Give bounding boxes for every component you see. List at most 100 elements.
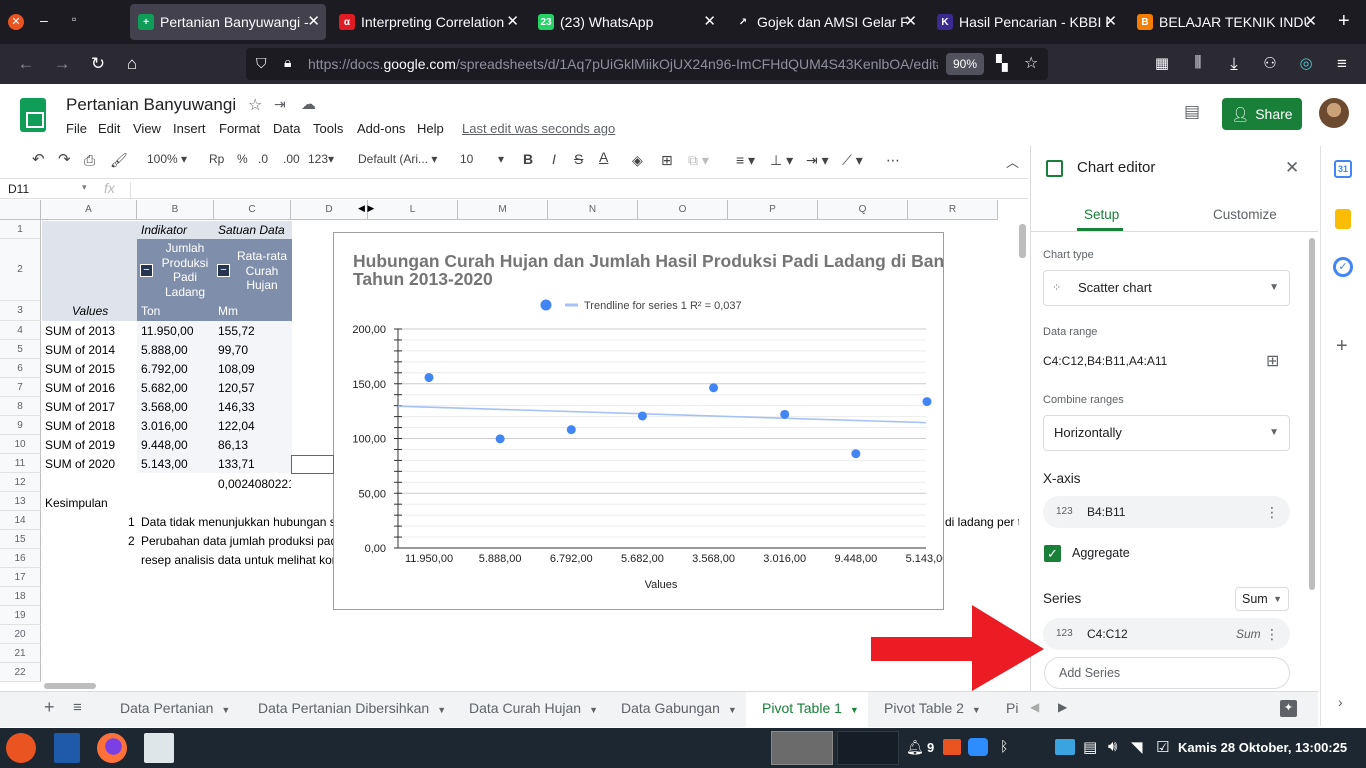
download-icon[interactable]: ⤓ xyxy=(1224,54,1244,74)
row-header-1[interactable]: 1 xyxy=(0,220,41,239)
menu-tools[interactable]: Tools xyxy=(313,121,343,136)
pivot-rainfall-value[interactable]: 120,57 xyxy=(218,381,255,395)
scroll-tabs-right-icon[interactable]: ▶ xyxy=(1058,700,1067,714)
add-addon-icon[interactable]: + xyxy=(1336,335,1348,358)
row-header-22[interactable]: 22 xyxy=(0,663,41,682)
row-header-21[interactable]: 21 xyxy=(0,644,41,663)
pivot-rainfall-value[interactable]: 99,70 xyxy=(218,343,248,357)
note-text[interactable]: Data tidak menunjukkan hubungan s xyxy=(141,515,336,529)
data-range-value[interactable]: C4:C12,B4:B11,A4:A11 xyxy=(1043,354,1167,368)
wifi-icon[interactable]: ◥ xyxy=(1131,738,1143,756)
collapse-chevron-icon[interactable]: ︿ xyxy=(1006,152,1019,171)
zoom-badge[interactable]: 90% xyxy=(946,53,984,75)
row-header-6[interactable]: 6 xyxy=(0,359,41,378)
tab-close-icon[interactable]: ✕ xyxy=(506,12,519,30)
pivot-production-value[interactable]: 5.143,00 xyxy=(141,457,188,471)
column-header-Q[interactable]: Q xyxy=(818,200,908,220)
home-icon[interactable]: ⌂ xyxy=(122,54,142,74)
selected-cell-D11[interactable] xyxy=(291,455,334,474)
menu-addons[interactable]: Add-ons xyxy=(357,121,405,136)
undo-icon[interactable]: ↶ xyxy=(32,150,45,168)
font-size-select[interactable]: 10 ▾ xyxy=(460,152,506,166)
scroll-tabs-left-icon[interactable]: ◀ xyxy=(1030,700,1039,714)
menu-file[interactable]: File xyxy=(66,121,87,136)
minimize-window-icon[interactable]: – xyxy=(40,12,48,28)
pivot-rainfall-value[interactable]: 108,09 xyxy=(218,362,255,376)
calendar-icon[interactable]: 31 xyxy=(1334,160,1352,178)
back-icon[interactable]: ← xyxy=(16,54,36,74)
more-formats-select[interactable]: 123▾ xyxy=(308,152,334,166)
chevron-down-icon[interactable]: ▼ xyxy=(221,705,230,715)
paint-format-icon[interactable]: 🖌︎ xyxy=(110,152,128,169)
firefox-app-icon[interactable] xyxy=(97,733,127,763)
column-header-D[interactable]: D xyxy=(291,200,368,220)
pivot-production-value[interactable]: 3.568,00 xyxy=(141,400,188,414)
row-header-5[interactable]: 5 xyxy=(0,340,41,359)
collapse-minus-icon[interactable]: − xyxy=(217,264,230,277)
pivot-rainfall-value[interactable]: 122,04 xyxy=(218,419,255,433)
display-tray-icon[interactable] xyxy=(1055,739,1075,755)
pivot-row-label[interactable]: SUM of 2016 xyxy=(45,381,115,395)
note-text[interactable]: Perubahan data jumlah produksi pad xyxy=(141,534,337,548)
tab-close-icon[interactable]: ✕ xyxy=(904,12,917,30)
pivot-row-label[interactable]: SUM of 2020 xyxy=(45,457,115,471)
menu-help[interactable]: Help xyxy=(417,121,444,136)
document-title[interactable]: Pertanian Banyuwangi xyxy=(66,95,236,115)
sheet-tab[interactable]: Pivot Table 2 ▼ xyxy=(868,700,990,716)
sheet-tab[interactable]: Data Pertanian Dibersihkan ▼ xyxy=(242,700,446,716)
borders-icon[interactable]: ⊞ xyxy=(661,152,673,169)
menu-icon[interactable]: ≡ xyxy=(1332,54,1352,74)
more-vert-icon[interactable]: ⋮ xyxy=(1265,618,1279,650)
browser-tab[interactable]: + Pertanian Banyuwangi - ✕ xyxy=(130,4,326,40)
bold-button[interactable]: B xyxy=(523,151,533,167)
ubuntu-menu-icon[interactable] xyxy=(6,733,36,763)
x-axis-range-pill[interactable]: 123 B4:B11 ⋮ xyxy=(1043,496,1290,528)
pivot-row-label[interactable]: SUM of 2014 xyxy=(45,343,115,357)
move-folder-icon[interactable]: ⇥ xyxy=(274,96,286,113)
note-text[interactable]: resep analisis data untuk melihat kor xyxy=(141,553,336,567)
menu-insert[interactable]: Insert xyxy=(173,121,206,136)
row-header-20[interactable]: 20 xyxy=(0,625,41,644)
pivot-production-value[interactable]: 11.950,00 xyxy=(141,324,194,338)
chevron-down-icon[interactable]: ▼ xyxy=(850,705,859,715)
last-edit-link[interactable]: Last edit was seconds ago xyxy=(462,121,615,136)
close-window-icon[interactable]: ✕ xyxy=(8,14,24,30)
fill-color-icon[interactable]: ◈ xyxy=(632,152,643,169)
vertical-scrollbar[interactable] xyxy=(1019,224,1026,258)
chevron-down-icon[interactable]: ▼ xyxy=(728,705,737,715)
row-header-12[interactable]: 12 xyxy=(0,473,41,492)
row-header-7[interactable]: 7 xyxy=(0,378,41,397)
editor-scrollbar[interactable] xyxy=(1309,238,1315,590)
row-header-2[interactable]: 2 xyxy=(0,239,41,301)
pivot-row-label[interactable]: SUM of 2015 xyxy=(45,362,115,376)
account-icon[interactable]: ⚇ xyxy=(1260,54,1280,72)
share-button[interactable]: 👤︎ Share xyxy=(1222,98,1302,130)
sheet-tab[interactable]: Pivot Table 1 ▼ xyxy=(746,692,868,727)
chevron-down-icon[interactable]: ▼ xyxy=(589,705,598,715)
sheets-logo-icon[interactable] xyxy=(20,98,46,132)
select-range-icon[interactable]: ⊞ xyxy=(1266,351,1279,371)
tab-setup[interactable]: Setup xyxy=(1084,207,1119,222)
merge-cells-icon[interactable]: ⧉ ▾ xyxy=(688,152,709,169)
data-point[interactable] xyxy=(709,383,719,393)
clock[interactable]: Kamis 28 Oktober, 13:00:25 xyxy=(1178,740,1347,755)
print-icon[interactable]: ⎙ xyxy=(84,152,95,169)
reload-icon[interactable]: ↻ xyxy=(88,54,108,74)
column-header-B[interactable]: B xyxy=(137,200,214,220)
page-actions-icon[interactable]: ▚ xyxy=(996,54,1008,72)
bluetooth-icon[interactable]: ᛒ xyxy=(1000,738,1008,754)
menu-format[interactable]: Format xyxy=(219,121,260,136)
column-header-N[interactable]: N xyxy=(548,200,638,220)
more-icon[interactable]: ⋯ xyxy=(886,152,900,169)
new-tab-icon[interactable]: + xyxy=(1338,10,1350,33)
explore-icon[interactable]: ✦ xyxy=(1280,700,1297,717)
sheet-tab[interactable]: Data Curah Hujan ▼ xyxy=(453,700,605,716)
workspace-1[interactable] xyxy=(771,731,833,765)
percent-format-button[interactable]: % xyxy=(237,152,248,166)
browser-tab[interactable]: K Hasil Pencarian - KBBI D ✕ xyxy=(929,4,1123,40)
pivot-rainfall-value[interactable]: 146,33 xyxy=(218,400,255,414)
pivot-row-label[interactable]: SUM of 2013 xyxy=(45,324,115,338)
add-sheet-icon[interactable]: + xyxy=(44,697,55,718)
text-color-button[interactable]: A xyxy=(599,149,608,165)
menu-edit[interactable]: Edit xyxy=(98,121,120,136)
